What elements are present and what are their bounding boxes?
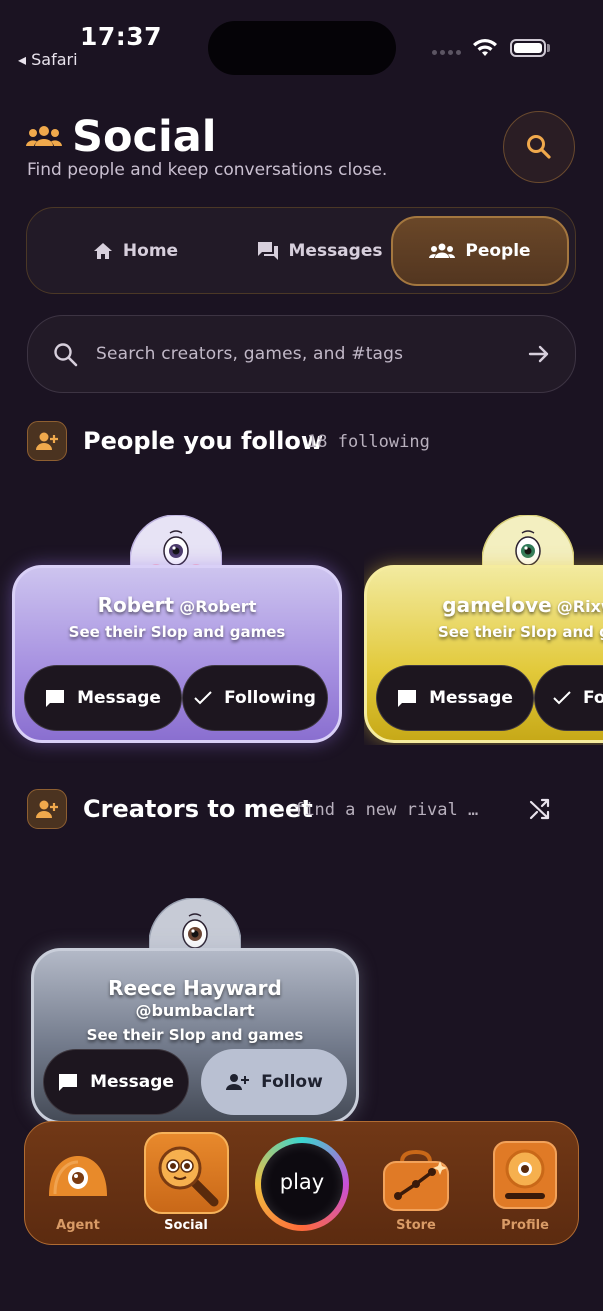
card-name: gamelove: [442, 593, 552, 617]
people-group-icon: [26, 126, 62, 146]
nav-item-agent[interactable]: [45, 1150, 111, 1212]
store-bag-icon: [383, 1149, 449, 1211]
following-section-title: People you follow: [83, 427, 324, 455]
dynamic-island: [208, 21, 396, 75]
person-add-icon: [226, 1074, 250, 1090]
agent-blob-icon: [49, 1156, 107, 1196]
section-follow-icon: [27, 421, 67, 461]
battery-tip: [547, 44, 550, 52]
profile-card-icon: [493, 1141, 557, 1209]
creator-card-reece[interactable]: Reece Hayward @bumbaclart See their Slop…: [31, 898, 361, 1124]
message-button[interactable]: Message: [24, 665, 182, 731]
person-add-icon: [36, 800, 58, 818]
follow-button[interactable]: Follow: [201, 1049, 347, 1115]
play-button[interactable]: play: [255, 1137, 349, 1231]
follow-button-label: Follow: [261, 1072, 323, 1092]
tab-messages-label: Messages: [288, 241, 383, 261]
search-icon: [527, 135, 551, 159]
message-button[interactable]: Message: [43, 1049, 189, 1115]
person-add-icon: [36, 432, 58, 450]
tab-people-label: People: [465, 241, 531, 261]
following-card-gamelove[interactable]: gamelove @Rixw See their Slop and ga Mes…: [364, 515, 603, 745]
card-name: Reece Hayward: [108, 976, 282, 1000]
following-toggle-button[interactable]: Following: [182, 665, 328, 731]
magnifier-creature-icon: [158, 1146, 219, 1207]
section-creators-icon: [27, 789, 67, 829]
creators-section-title: Creators to meet: [83, 795, 313, 823]
nav-item-store[interactable]: [382, 1148, 450, 1212]
following-card-robert[interactable]: Robert @Robert See their Slop and games …: [12, 515, 342, 745]
cellular-signal-icon: [432, 50, 461, 55]
card-handle: @Robert: [179, 597, 257, 616]
tab-messages[interactable]: Messages: [227, 216, 412, 286]
nav-label-store: Store: [396, 1218, 436, 1233]
page-title: Social: [72, 112, 217, 162]
message-button-label: Message: [90, 1072, 174, 1092]
following-count: 18 following: [307, 432, 430, 452]
message-icon: [398, 689, 417, 707]
following-button-label: Following: [224, 688, 316, 708]
message-button[interactable]: Message: [376, 665, 534, 731]
message-icon: [59, 1073, 78, 1091]
page-subtitle: Find people and keep conversations close…: [27, 160, 388, 180]
card-tagline[interactable]: See their Slop and games: [12, 623, 342, 641]
nav-label-profile: Profile: [501, 1218, 549, 1233]
check-icon: [194, 691, 212, 705]
nav-label-social: Social: [164, 1218, 208, 1233]
tab-people[interactable]: People: [391, 216, 569, 286]
chat-icon: [257, 242, 278, 260]
card-handle: @bumbaclart: [135, 1001, 255, 1020]
shuffle-icon[interactable]: [529, 798, 551, 820]
search-button[interactable]: [503, 111, 575, 183]
people-icon: [429, 243, 456, 258]
section-tabs: Home Messages People: [26, 207, 576, 294]
search-placeholder: Search creators, games, and #tags: [96, 344, 404, 364]
card-tagline[interactable]: See their Slop and games: [31, 1026, 359, 1044]
card-tagline[interactable]: See their Slop and ga: [364, 623, 603, 641]
tab-home-label: Home: [122, 241, 179, 261]
battery-icon: [510, 39, 546, 57]
status-time: 17:37: [80, 22, 163, 51]
nav-item-profile[interactable]: [491, 1139, 559, 1211]
message-button-label: Message: [77, 688, 161, 708]
play-label: play: [279, 1170, 325, 1194]
creators-section-subtitle: find a new rival …: [294, 800, 479, 820]
back-to-safari-link[interactable]: ◂ Safari: [18, 50, 78, 69]
message-icon: [46, 689, 65, 707]
arrow-right-icon[interactable]: [528, 344, 550, 364]
message-button-label: Message: [429, 688, 513, 708]
tab-home[interactable]: Home: [43, 216, 228, 286]
check-icon: [553, 691, 571, 705]
nav-item-social[interactable]: [144, 1132, 229, 1214]
wifi-icon: [473, 39, 497, 56]
card-handle: @Rixw: [556, 597, 603, 616]
following-button-label: Fol: [583, 688, 603, 708]
home-icon: [93, 243, 112, 259]
following-toggle-button[interactable]: Fol: [534, 665, 603, 731]
card-name: Robert: [97, 593, 175, 617]
search-field-icon: [54, 343, 78, 367]
nav-label-agent: Agent: [56, 1218, 100, 1233]
